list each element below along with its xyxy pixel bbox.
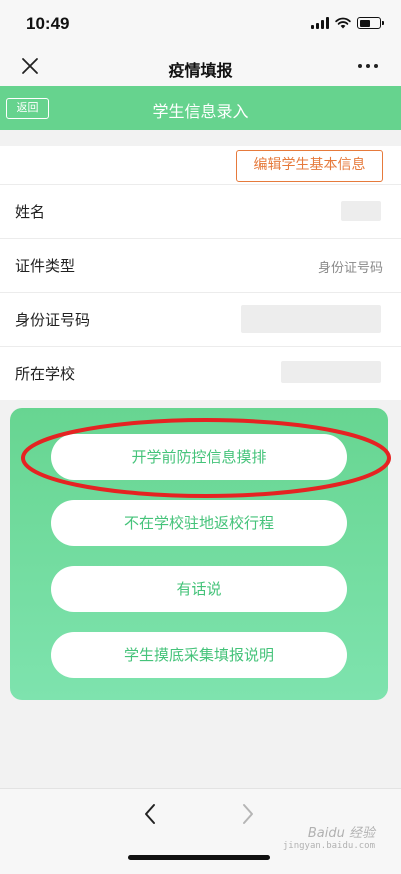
redacted-value	[281, 361, 381, 383]
form-row-id-type[interactable]: 证件类型 身份证号码	[0, 238, 401, 291]
battery-icon	[357, 17, 384, 29]
redacted-value	[241, 305, 381, 333]
instructions-button[interactable]: 学生摸底采集填报说明	[51, 632, 347, 678]
header-title: 学生信息录入	[152, 102, 249, 121]
watermark-url: jingyan.baidu.com	[282, 841, 375, 851]
field-label: 姓名	[15, 203, 46, 221]
status-bar: 10:49	[0, 0, 401, 48]
field-value: 身份证号码	[317, 261, 383, 276]
watermark-logo: Baidu 经验	[307, 826, 375, 841]
signal-icon	[311, 17, 329, 29]
form-row-school[interactable]: 所在学校	[0, 346, 401, 399]
return-itinerary-button[interactable]: 不在学校驻地返校行程	[51, 500, 347, 546]
action-panel: 开学前防控信息摸排 不在学校驻地返校行程 有话说 学生摸底采集填报说明	[10, 408, 388, 700]
chevron-right-icon[interactable]	[238, 801, 258, 827]
field-label: 所在学校	[15, 365, 76, 383]
student-info-form: 编辑学生基本信息 姓名 证件类型 身份证号码 身份证号码 所在学校	[0, 146, 401, 400]
edit-student-info-button[interactable]: 编辑学生基本信息	[236, 150, 383, 182]
form-row-name[interactable]: 姓名	[0, 184, 401, 237]
more-icon[interactable]	[355, 54, 381, 78]
pre-school-screening-button[interactable]: 开学前防控信息摸排	[51, 434, 347, 480]
status-icons	[311, 17, 384, 29]
page-title: 疫情填报	[168, 61, 233, 80]
feedback-button[interactable]: 有话说	[51, 566, 347, 612]
field-label: 身份证号码	[15, 311, 91, 329]
redacted-value	[341, 201, 381, 221]
status-time: 10:49	[26, 14, 70, 33]
chevron-left-icon[interactable]	[140, 801, 160, 827]
form-row-id-number[interactable]: 身份证号码	[0, 292, 401, 345]
section-header: 返回 学生信息录入	[0, 86, 401, 130]
home-indicator	[128, 855, 270, 860]
field-label: 证件类型	[15, 257, 76, 275]
nav-bar: 疫情填报	[0, 48, 401, 86]
wifi-icon	[335, 17, 351, 29]
